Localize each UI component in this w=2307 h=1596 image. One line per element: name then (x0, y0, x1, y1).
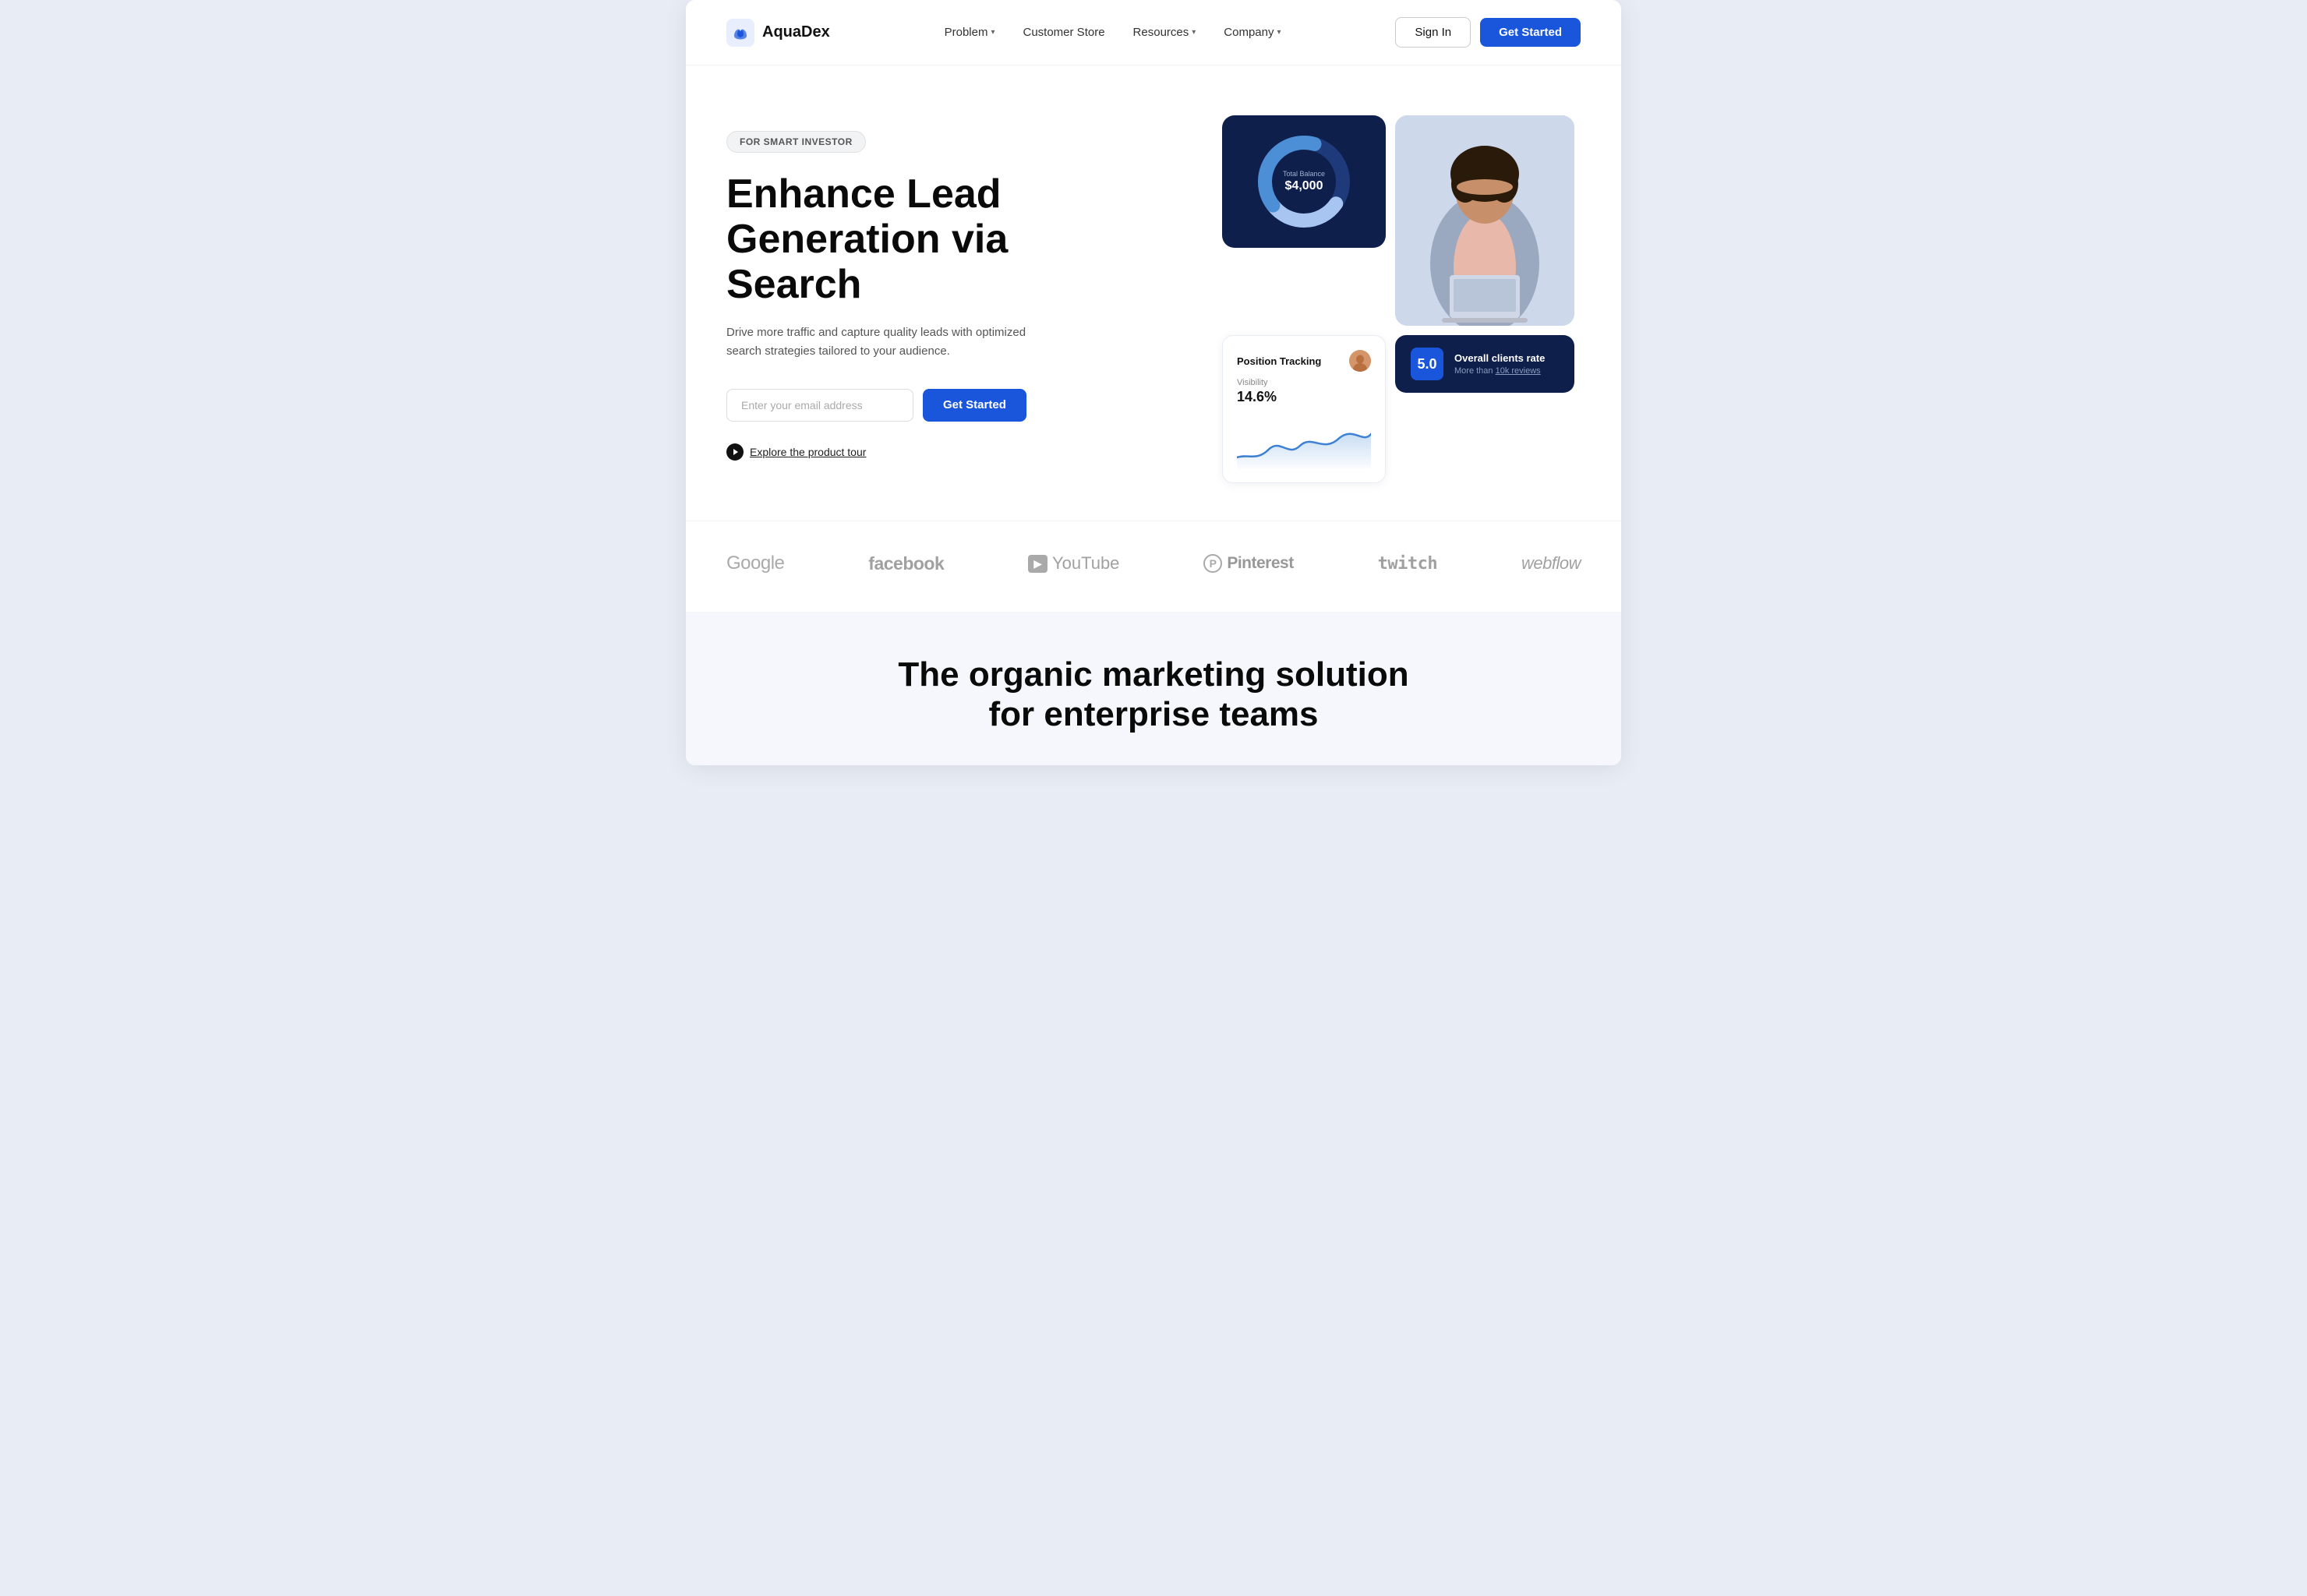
chevron-icon: ▾ (1192, 28, 1196, 37)
bottom-title-line1: The organic marketing solution (898, 655, 1408, 694)
hero-cards-row-bottom: Position Tracking Visibility 14.6% (1222, 335, 1581, 483)
hero-cards-row-top: Total Balance $4,000 (1222, 115, 1581, 326)
navbar: AquaDex Problem ▾ Customer Store Resourc… (686, 0, 1621, 65)
brand-youtube: ▶ YouTube (1028, 553, 1119, 574)
hero-left: FOR SMART INVESTOR Enhance Lead Generati… (726, 115, 1116, 461)
email-input[interactable] (726, 389, 913, 422)
chevron-icon: ▾ (991, 28, 995, 37)
reviews-link[interactable]: 10k reviews (1496, 366, 1541, 376)
brand-twitch: twitch (1378, 554, 1437, 574)
woman-image (1395, 115, 1574, 326)
tracking-card: Position Tracking Visibility 14.6% (1222, 335, 1386, 483)
pinterest-icon: P (1203, 554, 1222, 573)
bottom-title: The organic marketing solution for enter… (726, 655, 1581, 734)
product-tour-label: Explore the product tour (750, 446, 866, 458)
brand-google-label: Google (726, 553, 784, 574)
visibility-label: Visibility (1237, 378, 1371, 387)
getstarted-hero-button[interactable]: Get Started (923, 389, 1026, 422)
logo-text: AquaDex (762, 23, 830, 41)
person-illustration (1395, 115, 1574, 326)
rating-score: 5.0 (1411, 348, 1443, 380)
woman-card (1395, 115, 1574, 326)
rating-text: Overall clients rate More than 10k revie… (1454, 352, 1545, 376)
hero-badge: FOR SMART INVESTOR (726, 131, 866, 153)
brand-google: Google (726, 553, 784, 574)
hero-description: Drive more traffic and capture quality l… (726, 323, 1038, 361)
product-tour-link[interactable]: Explore the product tour (726, 443, 1116, 461)
hero-title: Enhance Lead Generation via Search (726, 171, 1116, 308)
brand-pinterest-label: Pinterest (1227, 554, 1293, 573)
rating-subtitle: More than 10k reviews (1454, 366, 1545, 376)
nav-item-customerstore[interactable]: Customer Store (1023, 26, 1105, 39)
balance-label: Total Balance (1283, 170, 1325, 178)
bottom-section: The organic marketing solution for enter… (686, 612, 1621, 765)
nav-item-company[interactable]: Company ▾ (1224, 26, 1281, 39)
signin-button[interactable]: Sign In (1395, 17, 1471, 48)
nav-item-resources[interactable]: Resources ▾ (1133, 26, 1196, 39)
logo-icon (726, 19, 754, 47)
rating-card: 5.0 Overall clients rate More than 10k r… (1395, 335, 1574, 393)
brand-webflow-label: webflow (1521, 553, 1581, 574)
tracking-title: Position Tracking (1237, 355, 1321, 367)
donut-chart: Total Balance $4,000 (1253, 131, 1355, 232)
balance-value: $4,000 (1285, 179, 1323, 192)
brands-section: Google facebook ▶ YouTube P Pinterest tw… (686, 521, 1621, 612)
brand-facebook: facebook (868, 553, 944, 574)
youtube-play-icon: ▶ (1028, 555, 1048, 573)
sparkline-chart (1237, 415, 1371, 469)
brand-youtube-label: YouTube (1052, 553, 1119, 574)
brand-twitch-label: twitch (1378, 554, 1437, 574)
brand-webflow: webflow (1521, 553, 1581, 574)
nav-links: Problem ▾ Customer Store Resources ▾ Com… (945, 26, 1281, 39)
hero-cta: Get Started (726, 389, 1116, 422)
getstarted-nav-button[interactable]: Get Started (1480, 18, 1581, 47)
play-icon (726, 443, 744, 461)
hero-right: Total Balance $4,000 (1222, 115, 1581, 483)
chevron-icon: ▾ (1277, 28, 1281, 37)
nav-actions: Sign In Get Started (1395, 17, 1581, 48)
tracking-header: Position Tracking (1237, 350, 1371, 372)
balance-card: Total Balance $4,000 (1222, 115, 1386, 248)
avatar-svg (1349, 350, 1371, 372)
brands-row: Google facebook ▶ YouTube P Pinterest tw… (726, 553, 1581, 574)
page-wrapper: AquaDex Problem ▾ Customer Store Resourc… (686, 0, 1621, 765)
hero-section: FOR SMART INVESTOR Enhance Lead Generati… (686, 65, 1621, 521)
brand-pinterest: P Pinterest (1203, 554, 1293, 573)
brand-facebook-label: facebook (868, 553, 944, 574)
rating-title: Overall clients rate (1454, 352, 1545, 364)
bottom-title-line2: for enterprise teams (988, 695, 1318, 733)
tracking-avatar (1349, 350, 1371, 372)
nav-item-problem[interactable]: Problem ▾ (945, 26, 995, 39)
visibility-value: 14.6% (1237, 389, 1371, 405)
donut-center: Total Balance $4,000 (1283, 170, 1325, 193)
logo: AquaDex (726, 19, 830, 47)
